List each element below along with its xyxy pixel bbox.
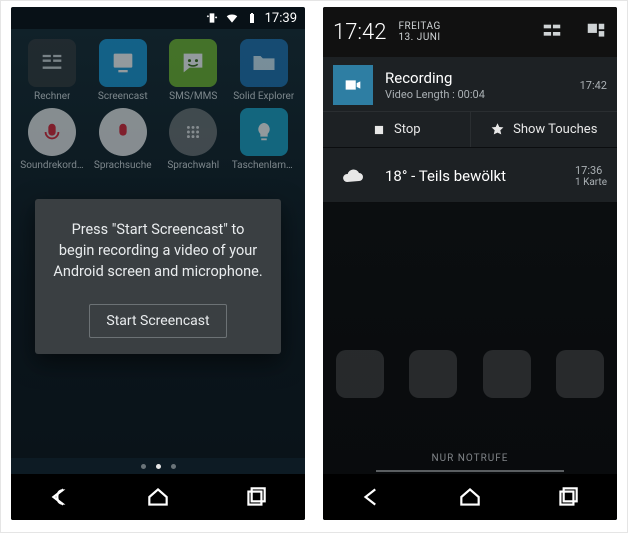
shade-day: 13. JUNI bbox=[398, 32, 440, 44]
weather-count: 1 Karte bbox=[575, 177, 607, 188]
action-stop-label: Stop bbox=[394, 122, 421, 137]
phone-left-home: 17:39 Rechner Screencast bbox=[11, 7, 305, 520]
app-label: Solid Explorer bbox=[233, 91, 294, 102]
app-label: Rechner bbox=[34, 91, 70, 102]
home-screen[interactable]: Rechner Screencast SMS/MMS bbox=[11, 29, 305, 458]
notification-subtitle: Video Length : 00:04 bbox=[385, 88, 568, 101]
cloud-icon bbox=[333, 156, 373, 196]
weather-title: 18° - Teils bewölkt bbox=[385, 167, 563, 185]
app-solid-explorer[interactable]: Solid Explorer bbox=[231, 39, 298, 102]
app-label: Soundrekorder bbox=[20, 160, 84, 171]
ghost-apps bbox=[323, 350, 617, 410]
back-button[interactable] bbox=[47, 484, 73, 510]
home-button[interactable] bbox=[457, 484, 483, 510]
home-button[interactable] bbox=[145, 484, 171, 510]
settings-profile-icon[interactable] bbox=[585, 21, 607, 43]
nav-bar bbox=[323, 474, 617, 520]
app-sms[interactable]: SMS/MMS bbox=[160, 39, 227, 102]
notification-recording[interactable]: Recording Video Length : 00:04 17:42 Sto… bbox=[323, 57, 617, 148]
stop-icon bbox=[372, 123, 386, 137]
app-label: Screencast bbox=[98, 91, 148, 102]
shade-clock[interactable]: 17:42 bbox=[333, 20, 386, 45]
app-screencast[interactable]: Screencast bbox=[90, 39, 157, 102]
mic-icon bbox=[99, 108, 147, 156]
app-label: Sprachwahl bbox=[167, 160, 219, 171]
phone-right-shade: 17:42 FREITAG 13. JUNI Recording Vid bbox=[323, 7, 617, 520]
app-grid: Rechner Screencast SMS/MMS bbox=[19, 39, 297, 171]
notification-title: Recording bbox=[385, 69, 568, 87]
app-soundrekorder[interactable]: Soundrekorder bbox=[19, 108, 86, 171]
action-stop[interactable]: Stop bbox=[323, 112, 470, 147]
recents-button[interactable] bbox=[243, 484, 269, 510]
wifi-icon bbox=[225, 11, 239, 25]
emergency-only-label: NUR NOTRUFE bbox=[323, 453, 617, 464]
shade-date[interactable]: FREITAG 13. JUNI bbox=[398, 21, 440, 44]
page-indicator[interactable] bbox=[11, 458, 305, 474]
battery-icon bbox=[245, 11, 259, 25]
folder-icon bbox=[240, 39, 288, 87]
sms-icon bbox=[169, 39, 217, 87]
status-bar: 17:39 bbox=[11, 7, 305, 29]
app-sprachsuche[interactable]: Sprachsuche bbox=[90, 108, 157, 171]
app-taschenlampe[interactable]: Taschenlampe bbox=[231, 108, 298, 171]
shade-handle[interactable] bbox=[376, 470, 564, 472]
shade-header: 17:42 FREITAG 13. JUNI bbox=[323, 7, 617, 57]
star-icon bbox=[490, 122, 505, 137]
page-dot bbox=[171, 464, 176, 469]
action-show-touches[interactable]: Show Touches bbox=[470, 112, 618, 147]
app-sprachwahl[interactable]: Sprachwahl bbox=[160, 108, 227, 171]
vibrate-icon bbox=[205, 11, 219, 25]
app-label: Sprachsuche bbox=[94, 160, 152, 171]
action-touches-label: Show Touches bbox=[513, 122, 597, 137]
shade-weekday: FREITAG bbox=[398, 21, 440, 33]
back-button[interactable] bbox=[359, 484, 385, 510]
notification-weather[interactable]: 18° - Teils bewölkt 17:36 1 Karte bbox=[323, 148, 617, 203]
status-time: 17:39 bbox=[265, 11, 297, 26]
calculator-icon bbox=[28, 39, 76, 87]
notification-time: 17:42 bbox=[580, 79, 607, 92]
bulb-icon bbox=[240, 108, 288, 156]
app-label: SMS/MMS bbox=[169, 91, 217, 102]
page-dot bbox=[141, 464, 146, 469]
record-icon bbox=[28, 108, 76, 156]
page-dot-active bbox=[156, 464, 161, 469]
app-label: Taschenlampe bbox=[232, 160, 296, 171]
weather-time: 17:36 bbox=[575, 164, 607, 177]
screencast-dialog: Press "Start Screencast" to begin record… bbox=[35, 199, 281, 354]
nav-bar bbox=[11, 474, 305, 520]
app-rechner[interactable]: Rechner bbox=[19, 39, 86, 102]
recents-button[interactable] bbox=[555, 484, 581, 510]
quick-settings-icon[interactable] bbox=[541, 21, 563, 43]
dialpad-icon bbox=[169, 108, 217, 156]
start-screencast-button[interactable]: Start Screencast bbox=[89, 304, 226, 338]
shade-body[interactable]: NUR NOTRUFE bbox=[323, 203, 617, 474]
camera-icon bbox=[333, 65, 373, 105]
cast-icon bbox=[99, 39, 147, 87]
dialog-message: Press "Start Screencast" to begin record… bbox=[53, 219, 263, 282]
